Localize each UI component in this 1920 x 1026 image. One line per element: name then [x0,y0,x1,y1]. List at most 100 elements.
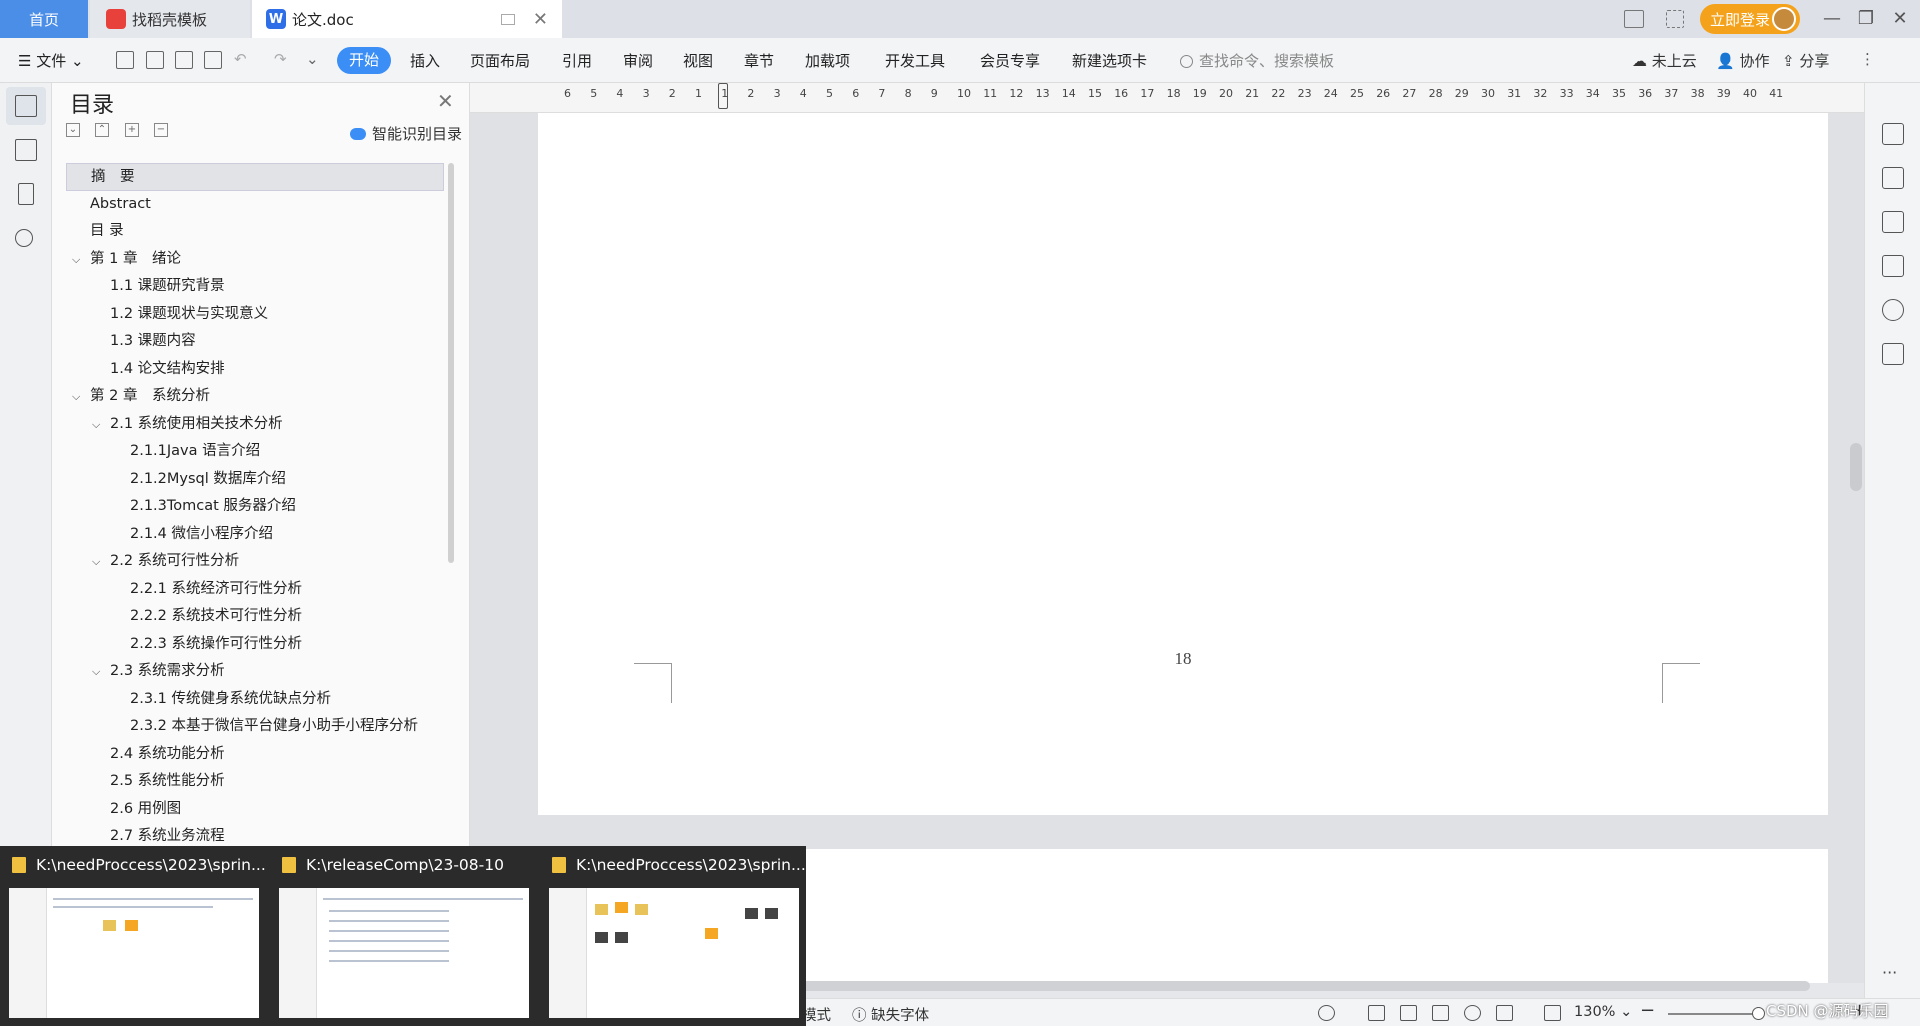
minimize-icon[interactable]: — [1818,5,1846,33]
toc-item[interactable]: 2.1.1Java 语言介绍 [66,438,444,466]
remove-heading-icon[interactable]: − [154,123,168,137]
tab-start[interactable]: 开始 [337,47,391,74]
tab-review[interactable]: 审阅 [623,50,653,71]
chevron-down-icon[interactable]: ⌵ [92,658,100,685]
file-menu[interactable]: ☰ 文件 ⌄ [18,50,84,71]
document-page[interactable]: 18 [538,113,1828,815]
tab-developer[interactable]: 开发工具 [885,50,945,71]
more-options-icon[interactable]: ⋮ [1860,50,1875,68]
zoom-out-icon[interactable]: − [1640,1000,1655,1021]
tab-member[interactable]: 会员专享 [980,50,1040,71]
toc-item[interactable]: 2.2.2 系统技术可行性分析 [66,603,444,631]
export-pdf-icon[interactable] [146,51,164,69]
restore-icon[interactable]: ❐ [1852,5,1880,33]
print-preview-icon[interactable] [204,51,222,69]
toc-item[interactable]: 2.2.1 系统经济可行性分析 [66,576,444,604]
toc-item[interactable]: 2.4 系统功能分析 [66,741,444,769]
toc-item[interactable]: 2.1.3Tomcat 服务器介绍 [66,493,444,521]
quick-access-dropdown-icon[interactable]: ⌄ [306,50,319,68]
tab-section[interactable]: 章节 [744,50,774,71]
taskbar-window-2[interactable]: K:\releaseComp\23-08-10 [270,846,538,1026]
vertical-scrollbar[interactable] [1850,443,1862,491]
toc-item[interactable]: ⌵ 2.1 系统使用相关技术分析 [66,411,444,439]
pen-icon[interactable] [1882,123,1904,145]
reading-view-icon[interactable] [1432,1005,1449,1021]
chapter-nav-icon[interactable] [15,139,37,161]
toc-item[interactable]: ⌵ 第 1 章 绪论 [66,246,444,274]
toc-item[interactable]: 1.4 论文结构安排 [66,356,444,384]
redo-icon[interactable]: ↷ [274,50,287,68]
login-button[interactable]: 立即登录 [1700,4,1800,34]
chevron-down-icon[interactable]: ⌵ [92,411,100,438]
tab-document[interactable]: W 论文.doc ✕ [252,0,562,38]
save-icon[interactable] [116,51,134,69]
ai-assistant-icon[interactable] [1882,299,1904,321]
more-dots-icon[interactable]: ··· [1882,963,1904,985]
chevron-down-icon[interactable]: ⌵ [72,246,80,273]
expand-up-icon[interactable]: ⌃ [95,123,109,137]
toc-item[interactable]: ⌵ 2.2 系统可行性分析 [66,548,444,576]
toc-scrollbar[interactable] [448,163,454,563]
tab-new-tab[interactable]: 新建选项卡 [1072,50,1147,71]
indent-marker-icon[interactable] [718,83,728,109]
toc-item[interactable]: 1.3 课题内容 [66,328,444,356]
zoom-slider[interactable] [1668,1013,1758,1015]
toc-item[interactable]: 摘 要 [66,163,444,191]
toc-item[interactable]: ⌵ 第 2 章 系统分析 [66,383,444,411]
taskbar-window-1[interactable]: K:\needProccess\2023\sprin... [0,846,268,1026]
toc-item[interactable]: 1.1 课题研究背景 [66,273,444,301]
reading-mode-icon[interactable] [1624,10,1644,28]
add-heading-icon[interactable]: + [125,123,139,137]
bookmark-icon[interactable] [18,183,34,205]
toc-item[interactable]: 2.1.4 微信小程序介绍 [66,521,444,549]
outline-icon[interactable] [15,95,37,117]
float-window-icon[interactable] [500,13,515,25]
taskbar-window-3[interactable]: K:\needProccess\2023\sprin... [540,846,808,1026]
missing-font-button[interactable]: ⓘ 缺失字体 [852,1004,929,1025]
share-button[interactable]: ⇪ 分享 [1782,50,1829,71]
tab-home[interactable]: 首页 [0,0,88,38]
toc-item[interactable]: 1.2 课题现状与实现意义 [66,301,444,329]
tab-insert[interactable]: 插入 [410,50,440,71]
collaborate-button[interactable]: 👤 协作 [1716,50,1769,71]
find-icon[interactable] [15,229,33,247]
chevron-down-icon[interactable]: ⌵ [92,548,100,575]
horizontal-scrollbar[interactable] [800,981,1810,991]
apps-grid-icon[interactable] [1666,10,1684,28]
select-pointer-icon[interactable] [1882,167,1904,189]
fit-page-icon[interactable] [1544,1005,1561,1021]
toc-item[interactable]: 2.3.2 本基于微信平台健身小助手小程序分析 [66,713,444,741]
close-window-icon[interactable]: ✕ [1886,5,1914,33]
collapse-all-icon[interactable]: ⌄ [66,123,80,137]
command-search[interactable]: 查找命令、搜索模板 [1180,50,1334,71]
tab-view[interactable]: 视图 [683,50,713,71]
chevron-down-icon[interactable]: ⌵ [72,383,80,410]
close-tab-icon[interactable]: ✕ [533,9,548,30]
cloud-status[interactable]: ☁ 未上云 [1632,50,1697,71]
eye-protection-icon[interactable] [1318,1005,1335,1021]
tab-template[interactable]: 找稻壳模板 [90,0,250,38]
toc-item[interactable]: 2.6 用例图 [66,796,444,824]
web-view-icon[interactable] [1464,1005,1481,1021]
toc-item[interactable]: ⌵ 2.3 系统需求分析 [66,658,444,686]
tab-page-layout[interactable]: 页面布局 [470,50,530,71]
tab-addins[interactable]: 加载项 [805,50,850,71]
toc-item[interactable]: Abstract [66,191,444,219]
smart-toc-button[interactable]: 智能识别目录 [350,123,462,144]
toc-item[interactable]: 2.5 系统性能分析 [66,768,444,796]
toc-item[interactable]: 2.1.2Mysql 数据库介绍 [66,466,444,494]
write-view-icon[interactable] [1496,1005,1513,1021]
horizontal-ruler[interactable]: 6 5 4 3 2 1 1 2 3 4 5 6 7 8 9 10 11 12 13 14 15 16 17 18 19 20 21 2… [470,83,1864,113]
book-search-icon[interactable] [1882,343,1904,365]
zoom-slider-knob[interactable] [1752,1007,1765,1020]
print-icon[interactable] [175,51,193,69]
adjust-icon[interactable] [1882,211,1904,233]
toc-item[interactable]: 目 录 [66,218,444,246]
undo-icon[interactable]: ↶ [234,50,247,68]
page-view-icon[interactable] [1368,1005,1385,1021]
toc-item[interactable]: 2.2.3 系统操作可行性分析 [66,631,444,659]
tab-references[interactable]: 引用 [562,50,592,71]
image-tools-icon[interactable] [1882,255,1904,277]
outline-view-icon[interactable] [1400,1005,1417,1021]
zoom-level[interactable]: 130% ⌄ [1574,1004,1632,1020]
